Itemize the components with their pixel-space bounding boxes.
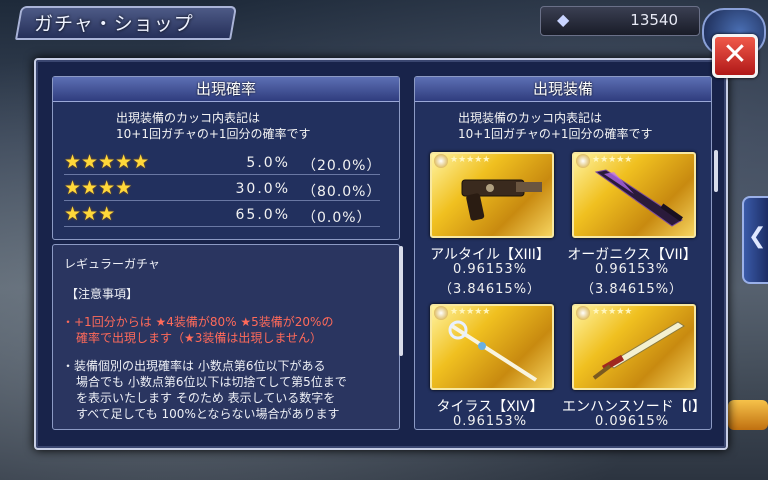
item-rate-plus1: （3.84615%） (438, 282, 542, 297)
item-rate: 0.96153% (594, 262, 670, 277)
equipment-card[interactable]: ★★★★★ (572, 152, 696, 238)
rate-value: 65.0% (235, 207, 290, 223)
rate-value: 30.0% (235, 181, 290, 197)
equipment-heading: 出現装備 (415, 77, 711, 102)
equip-desc-line2: 10+1回ガチャの+1回分の確率です (458, 127, 653, 141)
gem-icon: ◆ (557, 10, 570, 29)
item-rate: 0.96153% (452, 262, 528, 277)
three-star-icon: ★★★ (64, 203, 116, 225)
caution-title: 【注意事項】 (66, 287, 139, 301)
item-name: エンハンスソード【I】 (562, 399, 706, 415)
notes-scrollbar[interactable] (399, 246, 403, 356)
note-bullet2-line3: を表示いたします そのため 表示している数字を (76, 391, 336, 405)
rate-desc-line2: 10+1回ガチャの+1回分の確率です (116, 127, 311, 141)
rate-row: ★★★★★ 5.0% （20.0%） (64, 151, 382, 175)
item-name: アルタイル【XIII】 (430, 247, 550, 263)
side-tab-button[interactable]: ❮ (742, 196, 768, 284)
rate-row: ★★★★ 30.0% （80.0%） (64, 177, 382, 201)
gacha-name: レギュラーガチャ (64, 257, 160, 271)
close-button[interactable]: ✕ (712, 34, 758, 78)
gunblade-icon (461, 179, 542, 221)
rate-value: 5.0% (246, 155, 290, 171)
item-rate-plus1: （3.84615%） (580, 282, 684, 297)
equipment-card[interactable]: ★★★★★ (572, 304, 696, 390)
rate-plus1-value: （80.0%） (302, 184, 382, 200)
staff-icon (448, 320, 538, 382)
rate-desc-line1: 出現装備のカッコ内表記は (116, 111, 261, 125)
equipment-scrollbar[interactable] (714, 150, 718, 192)
gem-count: 13540 (630, 11, 678, 29)
note-bullet1-line2: 確率で出現します（★3装備は出現しません） (76, 331, 323, 345)
rate-plus1-value: （0.0%） (302, 210, 372, 226)
sword-icon (592, 321, 685, 380)
note-bullet1-line1: ・+1回分からは ★4装備が80% ★5装備が20%の (62, 315, 334, 329)
four-star-icon: ★★★★ (64, 177, 133, 199)
rate-row: ★★★ 65.0% （0.0%） (64, 203, 380, 227)
five-star-icon: ★★★★★ (64, 151, 150, 173)
chevron-left-icon: ❮ (748, 224, 767, 249)
rate-plus1-value: （20.0%） (302, 158, 382, 174)
item-rate: 0.96153% (452, 414, 528, 429)
equipment-card[interactable]: ★★★★★ (430, 304, 554, 390)
background-button (728, 400, 768, 430)
equip-desc-line1: 出現装備のカッコ内表記は (458, 111, 603, 125)
dark-sword-icon (594, 169, 683, 227)
note-bullet2-line1: ・装備個別の出現確率は 小数点第6位以下がある (62, 359, 326, 373)
note-bullet2-line4: すべて足しても 100%とならない場合があります (76, 407, 340, 421)
rate-heading: 出現確率 (53, 77, 399, 102)
item-name: オーガニクス【VII】 (567, 247, 697, 263)
item-rate: 0.09615% (594, 414, 670, 429)
equipment-card[interactable]: ★★★★★ (430, 152, 554, 238)
note-bullet2-line2: 場合でも 小数点第6位以下は切捨てして第5位まで (76, 375, 347, 389)
item-name: タイラス【XIV】 (436, 399, 544, 415)
page-title: ガチャ・ショップ (34, 13, 194, 35)
